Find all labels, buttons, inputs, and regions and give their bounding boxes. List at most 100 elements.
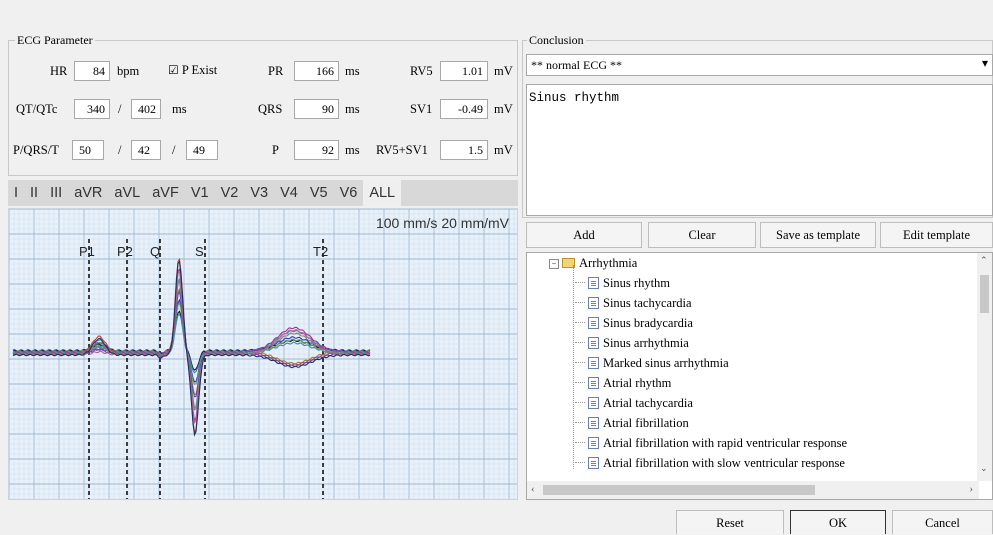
axis-separator-2: / [172,143,176,157]
document-icon [588,397,599,409]
tree-connector [575,362,585,363]
scroll-down-icon[interactable]: ⌄ [980,463,988,474]
tree-vertical-scrollbar[interactable]: ⌃ ⌄ [977,253,992,481]
tree-item[interactable]: Atrial rhythm [575,373,671,393]
qtc-field[interactable]: 402 [131,99,161,119]
tree-item[interactable]: Sinus tachycardia [575,293,692,313]
tree-item-label: Sinus bradycardia [603,316,693,330]
p-exist-label: P Exist [181,63,218,77]
lead-tab-i[interactable]: I [8,180,24,206]
tree-item[interactable]: Sinus bradycardia [575,313,693,333]
pr-field[interactable]: 166 [294,61,339,81]
qt-qtc-label: QT/QTc [16,102,58,116]
scroll-up-icon[interactable]: ⌃ [980,255,988,266]
marker-label-p2: P2 [117,244,133,259]
tree-item-label: Atrial fibrillation [603,416,689,430]
tree-connector [575,322,585,323]
document-icon [588,457,599,469]
qrs-axis-field[interactable]: 42 [131,140,161,160]
lead-tab-ii[interactable]: II [24,180,44,206]
tree-item[interactable]: Marked sinus arrhythmia [575,353,729,373]
document-icon [588,297,599,309]
lead-tab-iii[interactable]: III [44,180,68,206]
scroll-left-icon[interactable]: ‹ [531,483,535,495]
scrollbar-thumb-vertical[interactable] [980,275,989,313]
sv1-field[interactable]: -0.49 [440,99,488,119]
marker-label-q: Q [150,244,160,259]
qt-field[interactable]: 340 [74,99,110,119]
pr-label: PR [268,64,284,78]
marker-label-t2: T2 [313,244,328,259]
sv1-label: SV1 [410,102,433,116]
tree-item[interactable]: Atrial fibrillation with rapid ventricul… [575,433,847,453]
tree-item-label: Sinus rhythm [603,276,671,290]
qt-unit: ms [172,102,187,116]
tree-item-label: Marked sinus arrhythmia [603,356,729,370]
p-exist-checkbox[interactable]: ☑ P Exist [168,63,217,78]
rv5-sv1-field[interactable]: 1.5 [440,140,488,160]
edit-template-button[interactable]: Edit template [880,222,993,248]
conclusion-dropdown-value: ** normal ECG ** [531,58,622,72]
lead-tab-v3[interactable]: V3 [244,180,274,206]
tree-node-root[interactable]: − Arrhythmia [549,253,637,273]
tree-item[interactable]: Atrial tachycardia [575,393,693,413]
lead-tab-v5[interactable]: V5 [304,180,334,206]
document-icon [588,417,599,429]
lead-tab-v4[interactable]: V4 [274,180,304,206]
lead-tab-avl[interactable]: aVL [108,180,146,206]
tree-connector [575,282,585,283]
collapse-icon[interactable]: − [549,259,559,269]
tree-item[interactable]: Sinus rhythm [575,273,670,293]
conclusion-textarea[interactable]: Sinus rhythm [526,84,993,216]
tree-item[interactable]: Atrial fibrillation with slow ventricula… [575,453,845,473]
lead-tab-all[interactable]: ALL [363,180,402,206]
scroll-right-icon[interactable]: › [969,483,973,495]
hr-field[interactable]: 84 [74,61,110,81]
document-icon [588,437,599,449]
lead-tab-v6[interactable]: V6 [334,180,364,206]
document-icon [588,337,599,349]
document-icon [588,357,599,369]
marker-label-p1: P1 [79,244,95,259]
add-button[interactable]: Add [526,222,642,248]
clear-button[interactable]: Clear [648,222,756,248]
p-axis-field[interactable]: 50 [72,140,104,160]
ok-button[interactable]: OK [790,510,886,534]
scrollbar-thumb-horizontal[interactable] [543,485,815,495]
tree-connector [575,402,585,403]
qrs-field[interactable]: 90 [294,99,339,119]
rv5-label: RV5 [410,64,433,78]
lead-tab-v2[interactable]: V2 [215,180,245,206]
tree-item-label: Atrial fibrillation with slow ventricula… [603,456,845,470]
tree-item[interactable]: Sinus arrhythmia [575,333,689,353]
p-duration-field[interactable]: 92 [294,140,339,160]
tree-connector [575,442,585,443]
qt-separator: / [118,102,122,116]
rv5-unit: mV [494,64,513,78]
p-exist-check-icon: ☑ [168,63,179,77]
tree-item[interactable]: Atrial fibrillation [575,413,689,433]
tree-guide-line [573,265,574,469]
save-as-template-button[interactable]: Save as template [760,222,876,248]
conclusion-dropdown[interactable]: ** normal ECG ** ▾ [526,54,993,76]
reset-button[interactable]: Reset [676,510,784,534]
pr-unit: ms [345,64,360,78]
sv1-unit: mV [494,102,513,116]
t-axis-field[interactable]: 49 [186,140,218,160]
tree-connector [575,462,585,463]
lead-tab-avf[interactable]: aVF [146,180,185,206]
tree-connector [575,342,585,343]
rv5-sv1-label: RV5+SV1 [376,143,428,157]
document-icon [588,377,599,389]
diagnosis-tree: − Arrhythmia Sinus rhythm Sinus tachycardi… [526,252,993,500]
tree-connector [575,302,585,303]
lead-tabs: I II III aVR aVL aVF V1 V2 V3 V4 V5 V6 ALL [8,180,518,206]
marker-label-s: S [195,244,204,259]
chevron-down-icon[interactable]: ▾ [982,56,988,71]
lead-tab-v1[interactable]: V1 [185,180,215,206]
lead-tab-avr[interactable]: aVR [68,180,108,206]
cancel-button[interactable]: Cancel [892,510,993,534]
rv5-field[interactable]: 1.01 [440,61,488,81]
tree-horizontal-scrollbar[interactable]: ‹ › [527,481,979,499]
tree-connector [575,382,585,383]
